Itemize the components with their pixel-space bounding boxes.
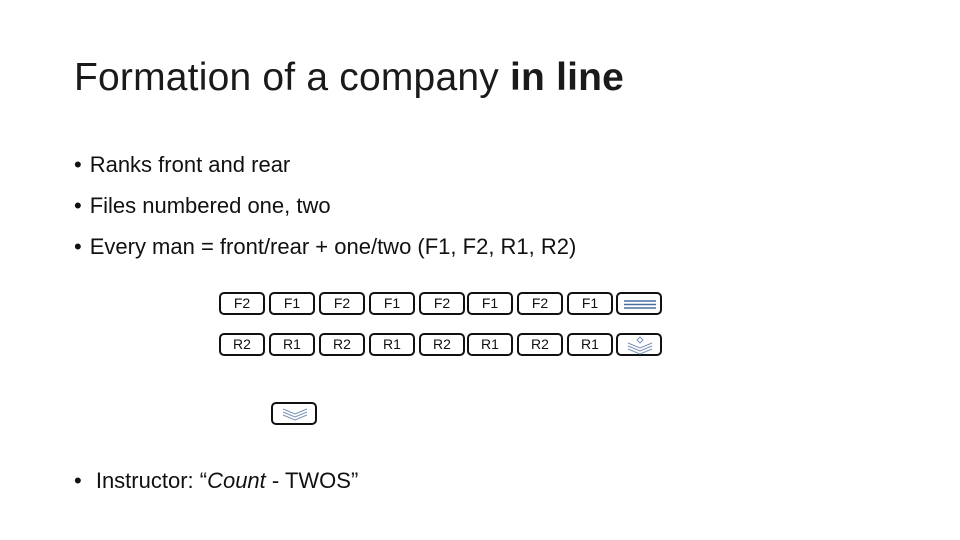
front-rank-soldier: F2 — [419, 292, 465, 315]
instructor-label: Instructor: — [95, 468, 200, 493]
quote-open: “ — [199, 468, 208, 493]
slide-title: Formation of a company in line — [74, 56, 624, 100]
rear-rank-soldier: R2 — [419, 333, 465, 356]
title-main: Formation of a company — [74, 56, 499, 99]
quote-close: ” — [350, 468, 359, 493]
command-italic: Count — [207, 468, 266, 493]
chevron-stack-icon — [627, 336, 653, 355]
rear-rank-soldier: R2 — [319, 333, 365, 356]
bullet-item: Ranks front and rear — [74, 144, 576, 185]
front-rank-soldier: F1 — [269, 292, 315, 315]
front-rank-soldier: F2 — [319, 292, 365, 315]
rear-rank-soldier: R2 — [517, 333, 563, 356]
front-end-marker — [616, 292, 662, 315]
bullet-item: Files numbered one, two — [74, 185, 576, 226]
rear-rank-soldier: R1 — [467, 333, 513, 356]
rear-rank-soldier: R1 — [369, 333, 415, 356]
rear-rank-soldier: R2 — [219, 333, 265, 356]
guidon-lines-icon — [624, 300, 656, 309]
rear-end-marker — [616, 333, 662, 356]
chevron-stack-icon — [282, 408, 308, 421]
front-rank-soldier: F1 — [567, 292, 613, 315]
front-rank-soldier: F2 — [517, 292, 563, 315]
front-rank-soldier: F2 — [219, 292, 265, 315]
front-rank-soldier: F1 — [467, 292, 513, 315]
command-rest: - TWOS — [265, 468, 351, 493]
bullet-list: Ranks front and rear Files numbered one,… — [74, 144, 577, 267]
title-bold: in line — [509, 56, 625, 99]
rear-rank-soldier: R1 — [567, 333, 613, 356]
instructor-marker — [271, 402, 317, 425]
instructor-bullet: Instructor: “Count - TWOS” — [74, 468, 358, 494]
bullet-item: Every man = front/rear + one/two (F1, F2… — [74, 226, 577, 267]
rear-rank-soldier: R1 — [269, 333, 315, 356]
front-rank-soldier: F1 — [369, 292, 415, 315]
